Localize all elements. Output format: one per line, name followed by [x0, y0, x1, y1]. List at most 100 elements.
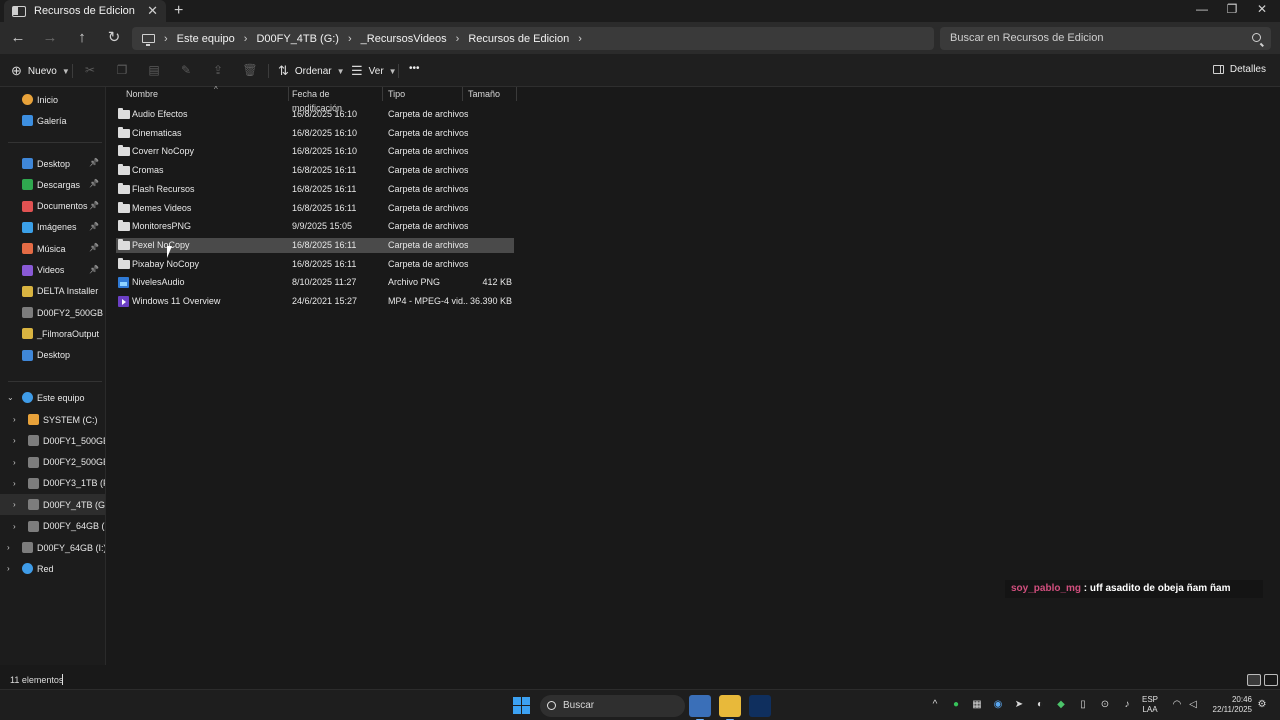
file-row[interactable]: Memes Videos 16/8/2025 16:11 Carpeta de ar…	[116, 201, 514, 216]
notification-settings-icon[interactable]: ⚙	[1256, 699, 1268, 711]
taskbar-search[interactable]: Buscar	[540, 695, 685, 717]
chevron-right-icon[interactable]: ›	[13, 500, 16, 509]
refresh-button[interactable]: ↻	[102, 27, 126, 49]
file-row[interactable]: MonitoresPNG 9/9/2025 15:05 Carpeta de arc…	[116, 219, 514, 234]
address-bar[interactable]: › Este equipo › D00FY_4TB (G:) › _Recurs…	[132, 27, 934, 50]
column-header-date[interactable]: Fecha de modificación	[287, 87, 383, 113]
sidebar-item-d00fy-64gb-i[interactable]: › D00FY_64GB (I:)	[0, 537, 105, 558]
paste-icon[interactable]: ▤	[146, 63, 162, 77]
clock[interactable]: 20:46 22/11/2025	[1208, 695, 1252, 715]
breadcrumb-drive-g[interactable]: D00FY_4TB (G:)	[256, 33, 339, 45]
sidebar-item-d00fy-4tb-g[interactable]: › D00FY_4TB (G:)	[0, 494, 105, 516]
search-input[interactable]: Buscar en Recursos de Edicion	[940, 27, 1271, 50]
sidebar-item-m-sica[interactable]: Música 📌	[0, 238, 105, 259]
sort-button[interactable]: ⇅ Ordenar ▼	[278, 63, 345, 79]
chevron-right-icon[interactable]: ›	[13, 436, 16, 445]
app-tray-icon[interactable]: ⊙	[1099, 699, 1111, 711]
sidebar-item-documentos[interactable]: Documentos 📌	[0, 196, 105, 217]
file-row[interactable]: Cromas 16/8/2025 16:11 Carpeta de archivos	[116, 163, 514, 178]
delete-icon[interactable]: 🗑	[242, 63, 258, 77]
language-indicator[interactable]: ESP LAA	[1142, 695, 1158, 715]
file-date: 16/8/2025 16:10	[292, 146, 358, 157]
sidebar-item-inicio[interactable]: Inicio	[0, 89, 105, 110]
new-tab-button[interactable]: +	[174, 2, 183, 20]
volume-icon[interactable]: ◁	[1187, 699, 1199, 711]
file-row[interactable]: Pixabay NoCopy 16/8/2025 16:11 Carpeta de …	[116, 257, 514, 272]
sidebar-item-desktop[interactable]: Desktop	[0, 345, 105, 366]
rename-icon[interactable]: ✎	[178, 63, 194, 77]
file-row[interactable]: Coverr NoCopy 16/8/2025 16:10 Carpeta de a…	[116, 144, 514, 159]
view-button[interactable]: ☰ Ver ▼	[351, 63, 397, 79]
chevron-right-icon[interactable]: ›	[13, 479, 16, 488]
chevron-right-icon[interactable]: ›	[348, 33, 352, 45]
wifi-icon[interactable]: ◠	[1171, 699, 1183, 711]
chevron-up-icon[interactable]: ^	[929, 699, 941, 711]
browser-tray-icon[interactable]: ◉	[992, 699, 1004, 711]
chevron-right-icon[interactable]: ›	[578, 33, 582, 45]
start-button[interactable]	[513, 697, 530, 714]
more-options-button[interactable]: •••	[409, 63, 420, 74]
tab-close-icon[interactable]: ✕	[147, 3, 158, 19]
back-button[interactable]: ←	[6, 27, 30, 49]
sidebar-item-d00fy2-500gb-e[interactable]: › D00FY2_500GB (E:)	[0, 452, 105, 473]
sidebar-item-videos[interactable]: Videos 📌	[0, 260, 105, 281]
copy-icon[interactable]: ❐	[114, 63, 130, 77]
sidebar-item-galer-a[interactable]: Galería	[0, 110, 105, 131]
sidebar-item-delta-installer[interactable]: DELTA Installer	[0, 281, 105, 302]
column-header-type[interactable]: Tipo	[383, 87, 463, 101]
sidebar-item-este-equipo[interactable]: ⌄ Este equipo	[0, 387, 105, 408]
chevron-right-icon[interactable]: ›	[7, 543, 10, 552]
photoshop-app[interactable]	[749, 695, 771, 717]
mobile-app[interactable]	[689, 695, 711, 720]
file-row[interactable]: Windows 11 Overview 24/6/2021 15:27 MP4 - …	[116, 294, 514, 309]
keyboard-app-icon[interactable]: ▦	[971, 699, 983, 711]
sidebar-item-d00fy-64gb-i[interactable]: › D00FY_64GB (I:)	[0, 516, 105, 537]
details-button[interactable]: Detalles	[1212, 64, 1266, 75]
whatsapp-icon[interactable]: ●	[950, 699, 962, 711]
up-button[interactable]: ↑	[70, 27, 94, 49]
chevron-right-icon[interactable]: ›	[456, 33, 460, 45]
chevron-right-icon[interactable]: ›	[7, 564, 10, 573]
minimize-button[interactable]: —	[1187, 2, 1217, 20]
sidebar-item-filmoraoutput[interactable]: _FilmoraOutput	[0, 323, 105, 344]
sidebar-item-red[interactable]: › Red	[0, 558, 105, 579]
sidebar-item-d00fy2-500gb-e[interactable]: D00FY2_500GB (E:)	[0, 302, 105, 323]
forward-button[interactable]: →	[38, 27, 62, 49]
file-row[interactable]: Audio Efectos 16/8/2025 16:10 Carpeta de a…	[116, 107, 514, 122]
chevron-right-icon[interactable]: ›	[13, 522, 16, 531]
discord-icon[interactable]: ◐	[1034, 699, 1046, 711]
window-tab[interactable]: Recursos de Edicion ✕	[4, 0, 166, 22]
sidebar-item-descargas[interactable]: Descargas 📌	[0, 174, 105, 195]
file-row[interactable]: Flash Recursos 16/8/2025 16:11 Carpeta de …	[116, 182, 514, 197]
column-header-size[interactable]: Tamaño	[463, 87, 517, 101]
file-explorer-app[interactable]	[719, 695, 741, 720]
chevron-right-icon[interactable]: ›	[13, 415, 16, 424]
file-row[interactable]: NivelesAudio 8/10/2025 11:27 Archivo PNG 41…	[116, 275, 514, 290]
sidebar-item-system-c[interactable]: › SYSTEM (C:)	[0, 409, 105, 430]
details-view-toggle[interactable]	[1247, 674, 1261, 686]
file-row[interactable]: Cinematicas 16/8/2025 16:10 Carpeta de arc…	[116, 126, 514, 141]
column-header-name[interactable]: ^ Nombre	[121, 85, 289, 101]
breadcrumb-recursos-videos[interactable]: _RecursosVideos	[361, 33, 447, 45]
tiles-view-toggle[interactable]	[1264, 674, 1278, 686]
sidebar-item-d00fy3-1tb-f[interactable]: › D00FY3_1TB (F:)	[0, 473, 105, 494]
new-button[interactable]: ⊕ Nuevo ▼	[11, 63, 70, 79]
close-button[interactable]: ✕	[1247, 2, 1277, 20]
microphone-icon[interactable]: ♪	[1121, 699, 1133, 711]
sync-icon[interactable]: ◆	[1055, 699, 1067, 711]
share-icon[interactable]: ⇪	[210, 63, 226, 77]
search-icon[interactable]	[1252, 33, 1261, 42]
cut-icon[interactable]: ✂	[82, 63, 98, 77]
maximize-button[interactable]: ❐	[1217, 2, 1247, 20]
breadcrumb-este-equipo[interactable]: Este equipo	[177, 33, 235, 45]
chevron-down-icon[interactable]: ⌄	[7, 393, 14, 402]
breadcrumb-recursos-edicion[interactable]: Recursos de Edicion	[468, 33, 569, 45]
sidebar-item-desktop[interactable]: Desktop 📌	[0, 153, 105, 174]
sidebar-item-d00fy1-500gb-d[interactable]: › D00FY1_500GB (D:)	[0, 430, 105, 451]
sidebar-item-im-genes[interactable]: Imágenes 📌	[0, 217, 105, 238]
chevron-right-icon[interactable]: ›	[164, 33, 168, 45]
chevron-right-icon[interactable]: ›	[244, 33, 248, 45]
usb-icon[interactable]: ▯	[1077, 699, 1089, 711]
telegram-icon[interactable]: ➤	[1013, 699, 1025, 711]
chevron-right-icon[interactable]: ›	[13, 458, 16, 467]
